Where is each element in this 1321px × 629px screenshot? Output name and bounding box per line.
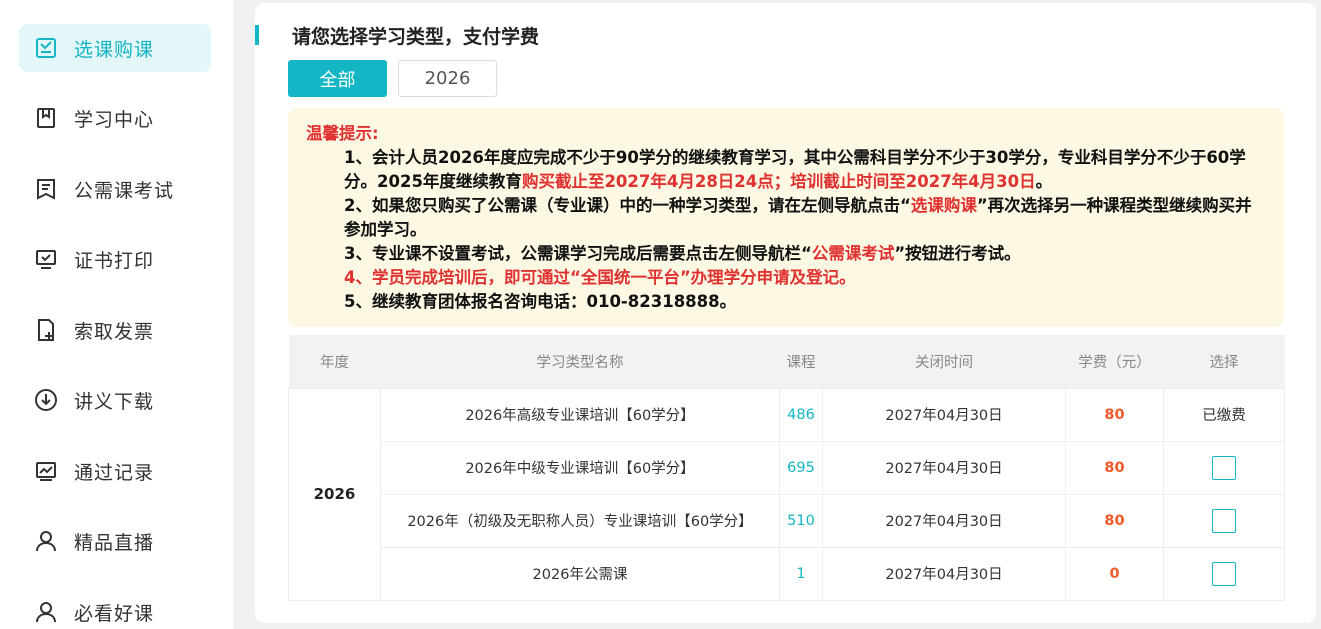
select-cell [1163,493,1285,548]
invoice-icon [34,318,58,342]
table-row: 2026年（初级及无职称人员）专业课培训【60学分】 510 2027年04月3… [289,493,1285,548]
notice-highlight: 公需课考试 [811,244,895,263]
header-name: 学习类型名称 [536,354,624,371]
close-time: 2027年04月30日 [822,440,1066,495]
sidebar-item-label: 索取发票 [74,320,155,343]
close-time: 2027年04月30日 [822,546,1066,601]
course-name: 2026年公需课 [380,546,780,601]
paid-status: 已缴费 [1163,387,1285,442]
course-count[interactable]: 510 [779,493,823,548]
download-icon [34,388,58,412]
fee: 80 [1065,387,1164,442]
exam-icon [34,177,58,201]
notice-line-2: 2、如果您只购买了公需课（专业课）中的一种学习类型，请在左侧导航点击“选课购课”… [306,194,1264,242]
sidebar-item-label: 讲义下载 [74,390,155,413]
sidebar-item-label: 选课购课 [74,38,155,61]
sidebar-item-course-purchase[interactable]: 选课购课 [19,24,211,72]
sidebar-item-label: 证书打印 [74,249,155,272]
header-count: 课程 [786,354,816,371]
header-year: 年度 [320,354,349,371]
checklist-icon [34,36,58,60]
sidebar-item-exam[interactable]: 公需课考试 [19,165,211,213]
notice-highlight: 选课购课 [910,196,977,215]
fee: 80 [1065,493,1164,548]
sidebar-item-learning-center[interactable]: 学习中心 [19,94,211,142]
sidebar-item-label: 必看好课 [74,602,155,625]
select-cell [1163,440,1285,495]
sidebar-item-certificate[interactable]: 证书打印 [19,235,211,283]
notice-title: 温馨提示: [306,124,379,143]
notice-line-4: 4、学员完成培训后，即可通过“全国统一平台”办理学分申请及登记。 [344,268,856,287]
header-close-time: 关闭时间 [915,354,973,371]
course-count[interactable]: 695 [779,440,823,495]
sidebar-item-pass-record[interactable]: 通过记录 [19,447,211,495]
select-checkbox[interactable] [1212,561,1236,586]
course-count[interactable]: 486 [779,387,823,442]
select-cell [1163,546,1285,601]
notice-text: ”按钮进行考试。 [894,244,1021,263]
sidebar-item-live[interactable]: 精品直播 [19,517,211,565]
user-icon [34,529,58,553]
table-row: 2026年中级专业课培训【60学分】 695 2027年04月30日 80 [289,440,1285,495]
notice-text: 2、如果您只购买了公需课（专业课）中的一种学习类型，请在左侧导航点击“ [344,196,911,215]
notice-highlight: 购买截止至2027年4月28日24点；培训截止时间至2027年4月30日 [521,172,1036,191]
select-checkbox[interactable] [1212,455,1236,480]
course-name: 2026年中级专业课培训【60学分】 [380,440,780,495]
sidebar-item-label: 学习中心 [74,108,155,131]
main-panel: 请您选择学习类型，支付学费 全部 2026 温馨提示: 1、会计人员2026年度… [255,3,1316,623]
certificate-icon [34,247,58,271]
year-cell: 2026 [288,387,381,601]
header-select: 选择 [1209,354,1239,371]
table-row: 2026年公需课 1 2027年04月30日 0 [289,546,1285,601]
book-icon [34,106,58,130]
course-name: 2026年（初级及无职称人员）专业课培训【60学分】 [380,493,780,548]
notice-box: 温馨提示: 1、会计人员2026年度应完成不少于90学分的继续教育学习，其中公需… [288,108,1284,327]
table-header-row: 年度 学习类型名称 课程 关闭时间 学费（元） 选择 [288,335,1285,388]
sidebar-item-recommended[interactable]: 必看好课 [19,588,211,629]
sidebar-item-handout-download[interactable]: 讲义下载 [19,376,211,424]
course-count[interactable]: 1 [779,546,823,601]
sidebar-item-label: 通过记录 [74,461,155,484]
select-checkbox[interactable] [1212,508,1236,533]
course-name: 2026年高级专业课培训【60学分】 [380,387,780,442]
notice-text: 3、专业课不设置考试，公需课学习完成后需要点击左侧导航栏“ [344,244,812,263]
sidebar-item-invoice[interactable]: 索取发票 [19,306,211,354]
fee: 80 [1065,440,1164,495]
notice-line-1: 1、会计人员2026年度应完成不少于90学分的继续教育学习，其中公需科目学分不少… [306,146,1264,194]
page-title: 请您选择学习类型，支付学费 [292,26,540,48]
sidebar: 选课购课 学习中心 公需课考试 证书打印 索取发票 讲义下载 通过记录 精品直播… [0,0,233,629]
sidebar-item-label: 公需课考试 [74,179,175,202]
title-accent-bar [255,25,259,45]
close-time: 2027年04月30日 [822,387,1066,442]
notice-text: 。 [1035,172,1053,191]
table-row: 2026 2026年高级专业课培训【60学分】 486 2027年04月30日 … [288,387,1285,601]
sidebar-item-label: 精品直播 [74,531,155,554]
course-table: 年度 学习类型名称 课程 关闭时间 学费（元） 选择 2026 2026年高级专… [288,335,1285,601]
user-icon [34,600,58,624]
notice-line-5: 5、继续教育团体报名咨询电话：010-82318888。 [344,292,737,311]
close-time: 2027年04月30日 [822,493,1066,548]
tab-2026[interactable]: 2026 [398,60,497,97]
fee: 0 [1065,546,1164,601]
notice-line-3: 3、专业课不设置考试，公需课学习完成后需要点击左侧导航栏“公需课考试”按钮进行考… [306,242,1264,266]
tab-all[interactable]: 全部 [288,60,387,97]
chart-icon [34,459,58,483]
header-fee: 学费（元） [1078,354,1151,371]
